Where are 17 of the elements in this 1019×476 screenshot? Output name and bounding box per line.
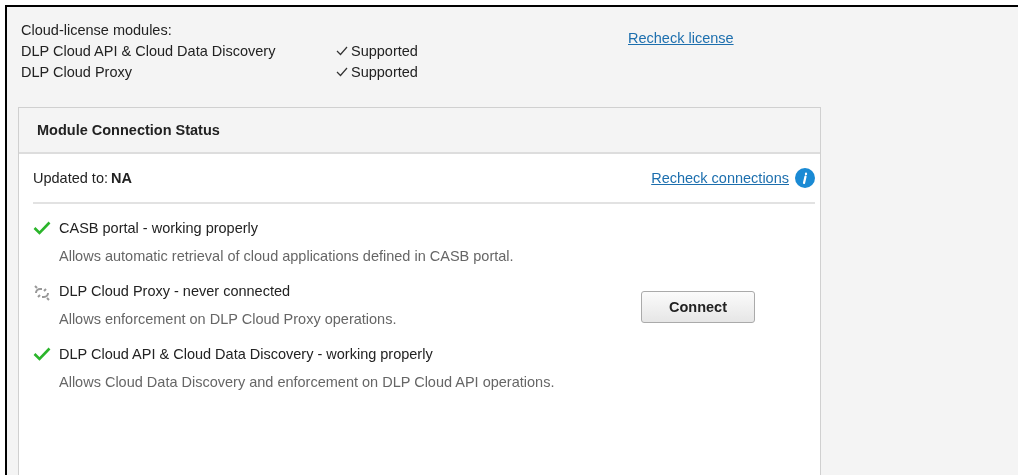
updated-label: Updated to: NA: [33, 170, 132, 186]
module-name: DLP Cloud Proxy: [21, 64, 133, 80]
module-status: Supported: [351, 64, 418, 80]
module-name: DLP Cloud API & Cloud Data Discovery: [21, 43, 277, 59]
connection-description: Allows automatic retrieval of cloud applications defined in CASB portal.: [59, 247, 515, 266]
recheck-license-link[interactable]: Recheck license: [628, 30, 734, 48]
module-status: Supported: [351, 43, 418, 59]
connection-title: DLP Cloud Proxy - never connected: [59, 283, 292, 299]
panel-title: Module Connection Status: [37, 122, 220, 138]
connection-description: Allows enforcement on DLP Cloud Proxy operations.: [59, 310, 398, 329]
license-heading: Cloud-license modules:: [21, 22, 173, 38]
recheck-connections-link[interactable]: Recheck connections: [651, 170, 789, 186]
connection-title: CASB portal - working properly: [59, 220, 260, 236]
connection-description: Allows Cloud Data Discovery and enforcement on DLP Cloud API operations.: [59, 373, 556, 392]
info-icon[interactable]: [795, 168, 815, 188]
connection-title: DLP Cloud API & Cloud Data Discovery - working properly: [59, 346, 434, 362]
connect-button[interactable]: Connect: [641, 291, 755, 323]
